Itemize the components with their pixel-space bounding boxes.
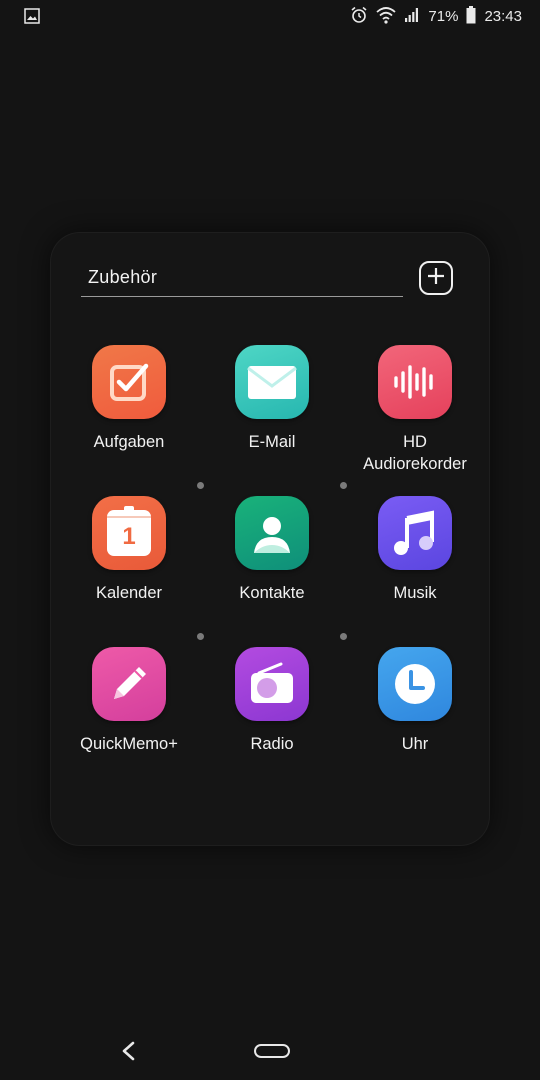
back-chevron-icon[interactable] [118, 1040, 138, 1067]
app-label: HD Audiorekorder [363, 433, 467, 473]
battery-icon [466, 6, 476, 28]
app-label: E-Mail [248, 433, 296, 451]
app-label: Kalender [95, 584, 163, 602]
app-kalender[interactable]: 1 Kalender [59, 496, 199, 604]
status-bar: 71% 23:43 [0, 0, 540, 34]
battery-percent: 71% [428, 8, 459, 25]
alarm-icon [350, 6, 368, 28]
signal-icon [404, 7, 420, 27]
app-hd-audiorekorder[interactable]: HD Audiorekorder [345, 345, 485, 475]
calendar-day: 1 [122, 523, 136, 550]
app-label: Kontakte [239, 584, 305, 602]
clock-time: 23:43 [484, 8, 522, 25]
add-app-button[interactable] [419, 261, 453, 295]
app-kontakte[interactable]: Kontakte [202, 496, 342, 604]
folder-name-field[interactable]: Zubehör [81, 262, 403, 297]
wifi-icon [376, 6, 397, 28]
music-note-icon [378, 496, 452, 570]
app-label: QuickMemo+ [80, 735, 178, 753]
grid-dot [340, 482, 347, 489]
app-label: Aufgaben [93, 433, 165, 451]
plus-icon [426, 266, 446, 291]
app-label: Musik [393, 584, 437, 602]
app-label: Uhr [401, 735, 429, 753]
grid-dot [197, 633, 204, 640]
app-radio[interactable]: Radio [202, 647, 342, 755]
home-pill-icon[interactable] [254, 1044, 290, 1058]
app-musik[interactable]: Musik [345, 496, 485, 604]
pencil-icon [92, 647, 166, 721]
folder-title: Zubehör [88, 267, 158, 287]
app-quickmemo[interactable]: QuickMemo+ [59, 647, 199, 755]
radio-icon [235, 647, 309, 721]
person-icon [235, 496, 309, 570]
navigation-bar [0, 1020, 540, 1080]
app-email[interactable]: E-Mail [202, 345, 342, 453]
app-label: Radio [250, 735, 294, 753]
image-notification-icon [24, 8, 40, 29]
app-aufgaben[interactable]: Aufgaben [59, 345, 199, 453]
calendar-icon: 1 [92, 496, 166, 570]
grid-dot [197, 482, 204, 489]
clock-icon [378, 647, 452, 721]
sound-wave-icon [378, 345, 452, 419]
app-uhr[interactable]: Uhr [345, 647, 485, 755]
envelope-icon [235, 345, 309, 419]
task-check-icon [92, 345, 166, 419]
grid-dot [340, 633, 347, 640]
